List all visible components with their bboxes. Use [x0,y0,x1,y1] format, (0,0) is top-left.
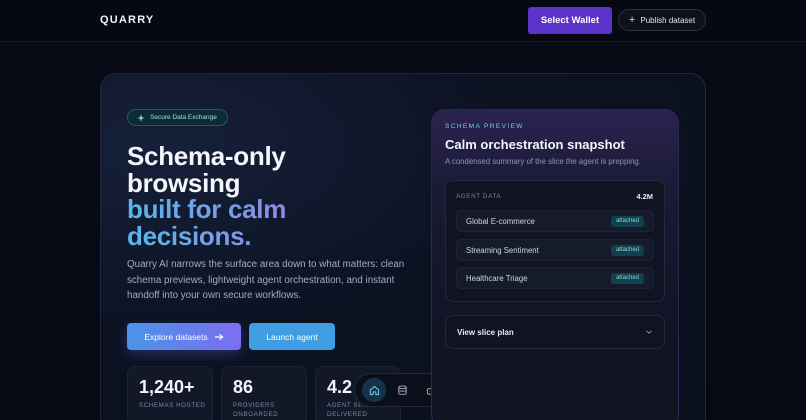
sparkle-icon [137,113,145,122]
select-wallet-button[interactable]: Select Wallet [528,7,612,34]
hero-description: Quarry AI narrows the surface area down … [127,259,405,301]
dataset-name: Healthcare Triage [466,274,528,283]
chevron-down-icon [646,330,652,334]
attached-badge: attached [610,216,644,227]
preview-title: Calm orchestration snapshot [445,137,625,152]
preview-subtitle: A condensed summary of the slice the age… [445,157,641,166]
agent-data-header: AGENT DATA [456,193,502,200]
slice-plan-label: View slice plan [457,328,514,337]
headline-line-1: Schema-only [127,141,286,171]
stat-value: 1,240+ [139,377,195,397]
view-slice-plan-dropdown[interactable]: View slice plan [445,315,665,349]
home-icon [369,385,379,395]
dataset-row[interactable]: Streaming Sentiment attached [456,239,654,261]
preview-eyebrow: SCHEMA PREVIEW [445,123,524,130]
stat-label: PROVIDERS ONBOARDED [233,402,279,418]
secure-exchange-badge: Secure Data Exchange [127,109,228,126]
explore-datasets-button[interactable]: Explore datasets [127,323,241,350]
database-icon [398,384,408,395]
dataset-row[interactable]: Healthcare Triage attached [456,267,654,289]
stat-card-providers: 86 PROVIDERS ONBOARDED [221,366,307,420]
hero-headline: Schema-only browsing built for calm deci… [127,143,286,249]
launch-agent-label: Launch agent [266,331,318,342]
dataset-row[interactable]: Global E-commerce attached [456,210,654,232]
agent-data-value: 4.2M [636,192,653,201]
headline-line-4: decisions. [127,222,286,250]
badge-label: Secure Data Exchange [150,114,217,121]
dock-database-button[interactable] [391,378,415,402]
stat-value: 86 [233,377,254,397]
headline-line-3: built for calm [127,194,287,224]
stat-label: SCHEMAS HOSTED [139,402,206,409]
brand-logo[interactable]: QUARRY [100,14,154,26]
explore-datasets-label: Explore datasets [144,331,208,342]
stat-card-schemas: 1,240+ SCHEMAS HOSTED [127,366,213,420]
top-bar: QUARRY Select Wallet + Publish dataset [0,0,806,42]
dataset-name: Streaming Sentiment [466,246,539,255]
dock-home-button[interactable] [362,378,387,402]
plus-icon: + [628,13,636,26]
headline-line-2: browsing [127,167,241,198]
launch-agent-button[interactable]: Launch agent [249,323,335,350]
arrow-right-icon [214,333,224,340]
publish-dataset-label: Publish dataset [640,15,696,25]
publish-dataset-button[interactable]: + Publish dataset [618,9,706,31]
attached-badge: attached [610,245,644,256]
stat-value: 4.2 [327,377,353,397]
dataset-name: Global E-commerce [466,217,535,226]
attached-badge: attached [610,273,644,284]
